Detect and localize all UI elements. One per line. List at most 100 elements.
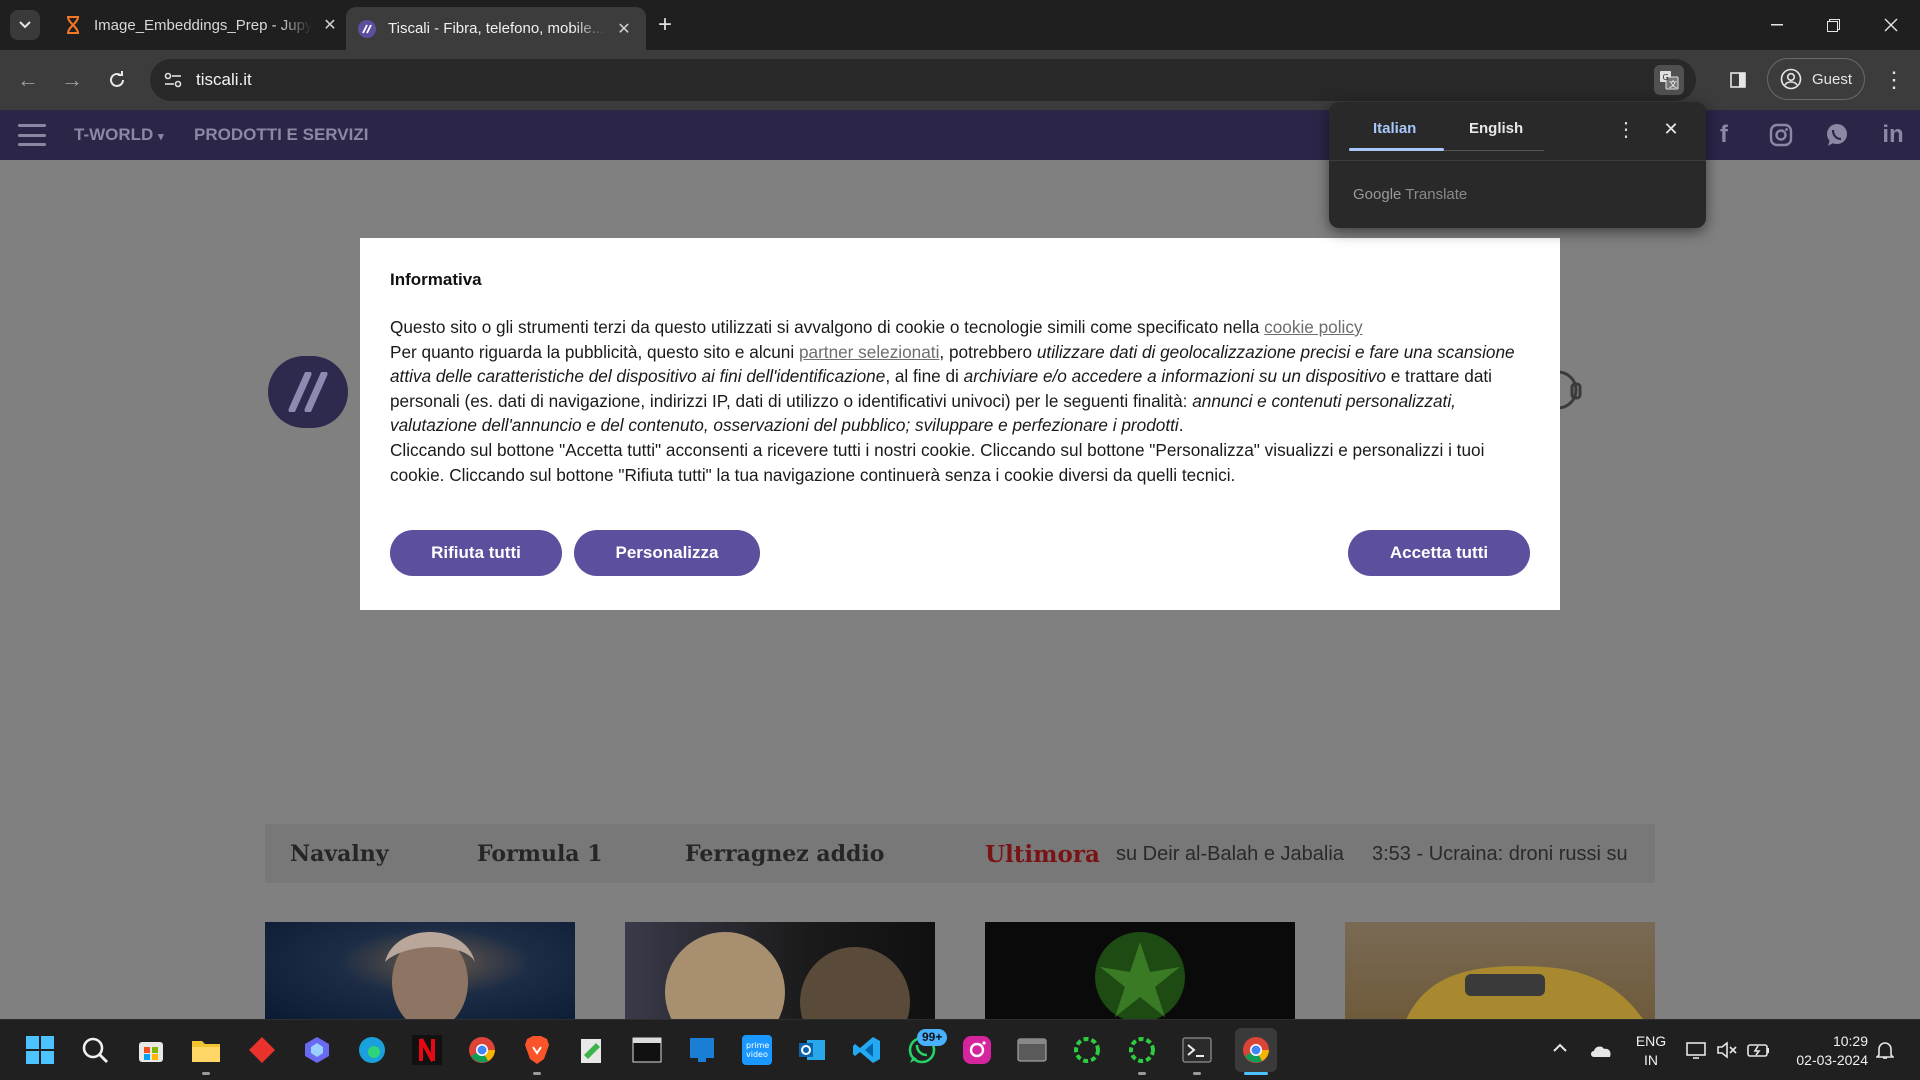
- running-indicator: [1138, 1072, 1146, 1075]
- tab-tiscali[interactable]: Tiscali - Fibra, telefono, mobile... ✕: [346, 7, 646, 50]
- cookie-text: , potrebbero: [939, 341, 1037, 362]
- tab-target-language[interactable]: English: [1469, 120, 1523, 137]
- facebook-icon[interactable]: f: [1707, 120, 1741, 150]
- news-card-image[interactable]: [1345, 922, 1655, 1019]
- volume-muted-icon[interactable]: [1716, 1040, 1738, 1063]
- clock[interactable]: 10:29 02-03-2024: [1786, 1032, 1868, 1070]
- new-tab-button[interactable]: +: [652, 11, 678, 38]
- tiscali-icon: [358, 19, 376, 38]
- whatsapp-icon[interactable]: [1820, 120, 1854, 150]
- plus-icon: +: [657, 11, 672, 38]
- cookie-text-p2: Per quanto riguarda la pubblicità, quest…: [390, 341, 799, 362]
- instagram-icon[interactable]: [960, 1033, 994, 1067]
- chrome-icon[interactable]: [465, 1033, 499, 1067]
- onedrive-icon[interactable]: [1589, 1042, 1613, 1061]
- translate-close-button[interactable]: ✕: [1659, 116, 1683, 142]
- news-card-image[interactable]: [985, 922, 1295, 1019]
- active-indicator: [1244, 1072, 1268, 1075]
- tune-icon: [164, 72, 182, 88]
- chevron-up-icon[interactable]: [1552, 1040, 1568, 1056]
- reload-button[interactable]: [101, 64, 133, 96]
- restore-button[interactable]: [1813, 8, 1853, 42]
- translate-icon: G文: [1660, 71, 1679, 90]
- customize-button[interactable]: Personalizza: [574, 530, 760, 576]
- nav-item-t-world[interactable]: T-WORLD ▾: [74, 125, 164, 145]
- desktop-app-icon[interactable]: [685, 1033, 719, 1067]
- windows-start-icon[interactable]: [23, 1033, 57, 1067]
- cookie-text-emphasis: archiviare e/o accedere a informazioni s…: [963, 366, 1386, 387]
- cookie-text: , al fine di: [885, 366, 964, 387]
- netflix-icon[interactable]: [410, 1033, 444, 1067]
- ultimora-label: Ultimora: [985, 841, 1100, 868]
- copilot-icon[interactable]: [300, 1033, 334, 1067]
- edge-icon[interactable]: [355, 1033, 389, 1067]
- terminal-icon[interactable]: [630, 1033, 664, 1067]
- close-window-button[interactable]: [1871, 8, 1911, 42]
- notification-bell-icon[interactable]: [1875, 1040, 1895, 1063]
- cookie-policy-link[interactable]: cookie policy: [1264, 317, 1362, 337]
- translate-button[interactable]: G文: [1654, 65, 1684, 95]
- nav-item-prodotti[interactable]: PRODOTTI E SERVIZI: [194, 125, 368, 145]
- topic-navalny[interactable]: Navalny: [290, 841, 389, 867]
- address-bar[interactable]: tiscali.it G文: [150, 59, 1696, 101]
- close-icon[interactable]: ✕: [614, 19, 634, 39]
- side-panel-icon: [1730, 72, 1746, 88]
- accept-all-button[interactable]: Accetta tutti: [1348, 530, 1530, 576]
- profile-button[interactable]: Guest: [1767, 58, 1865, 100]
- battery-charging-icon[interactable]: [1747, 1040, 1771, 1063]
- outlook-icon[interactable]: [795, 1033, 829, 1067]
- powershell-icon[interactable]: [1180, 1033, 1214, 1067]
- minimize-button[interactable]: [1757, 8, 1797, 42]
- prime-video-icon[interactable]: prime video: [740, 1033, 774, 1067]
- topic-formula-1[interactable]: Formula 1: [477, 841, 603, 867]
- topic-ferragnez[interactable]: Ferragnez addio: [685, 841, 884, 867]
- reload-icon: [110, 71, 124, 87]
- tiscali-logo[interactable]: [268, 356, 348, 428]
- vscode-icon[interactable]: [850, 1033, 884, 1067]
- dialog-title: Informativa: [390, 270, 482, 289]
- app-window-icon[interactable]: [1015, 1033, 1049, 1067]
- partner-link[interactable]: partner selezionati: [799, 342, 939, 362]
- more-vertical-icon: ⋮: [1883, 67, 1905, 92]
- file-explorer-icon[interactable]: [189, 1033, 223, 1067]
- close-icon[interactable]: ✕: [320, 15, 340, 35]
- clock-time: 10:29: [1832, 1033, 1868, 1049]
- forward-button[interactable]: →: [56, 64, 88, 96]
- app-icon-red[interactable]: [245, 1033, 279, 1067]
- news-item[interactable]: su Deir al-Balah e Jabalia: [1116, 843, 1344, 866]
- hamburger-menu-icon[interactable]: [18, 124, 46, 146]
- chrome-active-icon[interactable]: [1235, 1028, 1277, 1072]
- instagram-icon[interactable]: [1764, 120, 1798, 150]
- search-icon[interactable]: [78, 1033, 112, 1067]
- network-icon[interactable]: [1686, 1040, 1708, 1063]
- tab-search-button[interactable]: [10, 10, 40, 40]
- back-button[interactable]: ←: [12, 64, 44, 96]
- news-card-image[interactable]: [625, 922, 935, 1019]
- cookie-text-p3: Cliccando sul bottone "Accetta tutti" ac…: [390, 439, 1485, 485]
- news-item[interactable]: 3:53 - Ucraina: droni russi su: [1372, 843, 1628, 866]
- language-code: ENG: [1635, 1033, 1667, 1049]
- loading-ring-icon[interactable]: [1070, 1033, 1104, 1067]
- translate-options-button[interactable]: ⋮: [1614, 116, 1638, 142]
- notepad-icon[interactable]: [575, 1033, 609, 1067]
- site-info-button[interactable]: [158, 65, 188, 95]
- translate-popup: Italian English ⋮ ✕ Google Translate: [1329, 102, 1706, 228]
- news-card-image[interactable]: [265, 922, 575, 1019]
- browser-toolbar: ← → tiscali.it G文 Guest ⋮: [0, 50, 1920, 110]
- linkedin-icon[interactable]: in: [1876, 120, 1910, 150]
- language-indicator[interactable]: ENG IN: [1631, 1032, 1671, 1070]
- microsoft-store-icon[interactable]: [134, 1033, 168, 1067]
- close-icon: [1884, 18, 1898, 32]
- notification-badge: 99+: [917, 1029, 948, 1046]
- restore-icon: [1826, 18, 1840, 32]
- tab-jupyter[interactable]: Image_Embeddings_Prep - Jupyter ✕: [52, 7, 352, 43]
- brave-icon[interactable]: [520, 1033, 554, 1067]
- profile-label: Guest: [1812, 70, 1853, 88]
- tab-source-language[interactable]: Italian: [1373, 120, 1416, 137]
- loading-ring-icon[interactable]: [1125, 1033, 1159, 1067]
- browser-menu-button[interactable]: ⋮: [1879, 64, 1909, 96]
- more-vertical-icon: ⋮: [1616, 118, 1636, 141]
- side-panel-button[interactable]: [1723, 64, 1753, 96]
- reject-all-button[interactable]: Rifiuta tutti: [390, 530, 562, 576]
- brand-translate: Translate: [1405, 186, 1468, 203]
